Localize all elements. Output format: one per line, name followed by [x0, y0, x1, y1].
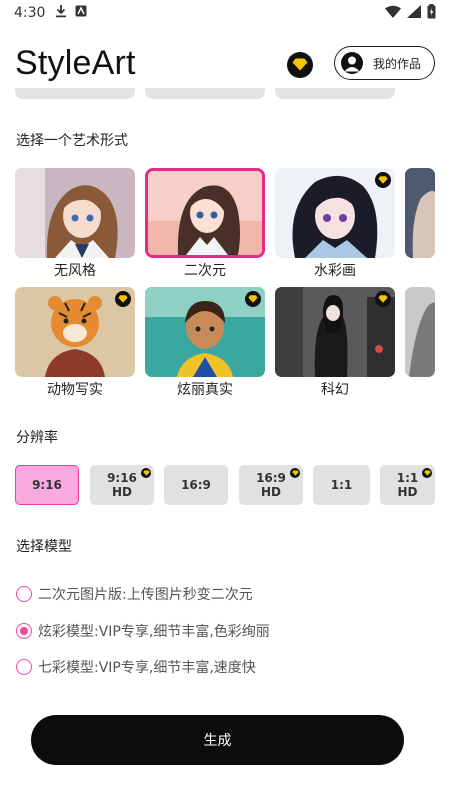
art-thumbnail-no-style: [15, 168, 135, 258]
art-card-partial[interactable]: [405, 287, 435, 397]
art-card-sci-fi[interactable]: 科幻: [275, 287, 395, 398]
resolution-quality: HD: [111, 485, 132, 499]
art-card-no-style[interactable]: 无风格: [15, 168, 135, 279]
art-card-animal-realistic[interactable]: 动物写实: [15, 287, 135, 398]
vip-button[interactable]: [287, 52, 313, 78]
art-card-label: 二次元: [184, 263, 226, 279]
art-card-partial[interactable]: [405, 168, 435, 278]
model-option-rainbow[interactable]: 七彩模型:VIP专享,细节丰富,速度快: [16, 657, 256, 677]
resolution-1-1[interactable]: 1:1: [313, 465, 370, 505]
art-thumbnail-partial: [405, 287, 435, 377]
my-works-label: 我的作品: [373, 56, 422, 71]
status-bar: 4:30: [0, 0, 450, 26]
resolution-ratio: 9:16: [107, 471, 137, 485]
resolution-9-16[interactable]: 9:16: [15, 465, 79, 505]
radio-button-selected[interactable]: [16, 623, 32, 639]
model-title: 选择模型: [16, 539, 72, 555]
vip-diamond-icon: [115, 291, 131, 307]
resolution-ratio: 1:1: [330, 478, 353, 492]
art-card-label: 科幻: [321, 382, 349, 398]
resolution-title: 分辨率: [16, 430, 58, 446]
vip-diamond-icon: [375, 172, 391, 188]
art-card-label: 动物写实: [47, 382, 103, 398]
signal-icon: [407, 4, 421, 22]
model-option-vivid[interactable]: 炫彩模型:VIP专享,细节丰富,色彩绚丽: [16, 621, 270, 641]
art-card-label: 炫丽真实: [177, 382, 233, 398]
art-card-anime[interactable]: 二次元: [145, 168, 265, 279]
status-time: 4:30: [14, 5, 46, 21]
art-thumbnail-anime: [145, 168, 265, 258]
art-card-vivid-realistic[interactable]: 炫丽真实: [145, 287, 265, 398]
art-form-title: 选择一个艺术形式: [16, 133, 128, 149]
model-option-label: 二次元图片版:上传图片秒变二次元: [38, 587, 253, 603]
previous-card[interactable]: [145, 88, 265, 99]
art-card-label: 无风格: [54, 263, 96, 279]
download-icon: [55, 4, 67, 22]
vip-diamond-icon: [422, 468, 432, 478]
generate-label: 生成: [203, 733, 232, 749]
app-header: StyleArt 我的作品: [0, 40, 450, 90]
vip-diamond-icon: [141, 468, 151, 478]
resolution-1-1-hd[interactable]: 1:1 HD: [380, 465, 435, 505]
resolution-16-9[interactable]: 16:9: [164, 465, 228, 505]
my-works-button[interactable]: 我的作品: [334, 46, 435, 80]
model-option-anime-upload[interactable]: 二次元图片版:上传图片秒变二次元: [16, 584, 253, 604]
art-thumbnail-partial: [405, 168, 435, 258]
art-card-watercolor[interactable]: 水彩画: [275, 168, 395, 279]
generate-button[interactable]: 生成: [31, 715, 404, 765]
resolution-ratio: 16:9: [256, 471, 286, 485]
resolution-ratio: 16:9: [181, 478, 211, 492]
resolution-quality: HD: [260, 485, 281, 499]
resolution-ratio: 9:16: [32, 478, 62, 492]
status-indicators: [385, 3, 436, 23]
model-option-label: 炫彩模型:VIP专享,细节丰富,色彩绚丽: [38, 624, 270, 640]
previous-card[interactable]: [15, 88, 135, 99]
resolution-9-16-hd[interactable]: 9:16 HD: [90, 465, 154, 505]
battery-icon: [427, 3, 436, 23]
user-avatar-icon: [341, 52, 363, 74]
radio-button[interactable]: [16, 659, 32, 675]
vip-diamond-icon: [375, 291, 391, 307]
resolution-quality: HD: [397, 485, 418, 499]
vip-diamond-icon: [290, 468, 300, 478]
model-option-label: 七彩模型:VIP专享,细节丰富,速度快: [38, 660, 256, 676]
resolution-ratio: 1:1: [396, 471, 419, 485]
previous-row-cards: [0, 88, 450, 100]
art-card-label: 水彩画: [314, 263, 356, 279]
notification-icon: [75, 5, 87, 21]
resolution-16-9-hd[interactable]: 16:9 HD: [239, 465, 303, 505]
app-title: StyleArt: [15, 44, 136, 82]
diamond-icon: [292, 56, 308, 75]
previous-card[interactable]: [275, 88, 395, 99]
vip-diamond-icon: [245, 291, 261, 307]
radio-button[interactable]: [16, 586, 32, 602]
wifi-icon: [385, 5, 401, 22]
